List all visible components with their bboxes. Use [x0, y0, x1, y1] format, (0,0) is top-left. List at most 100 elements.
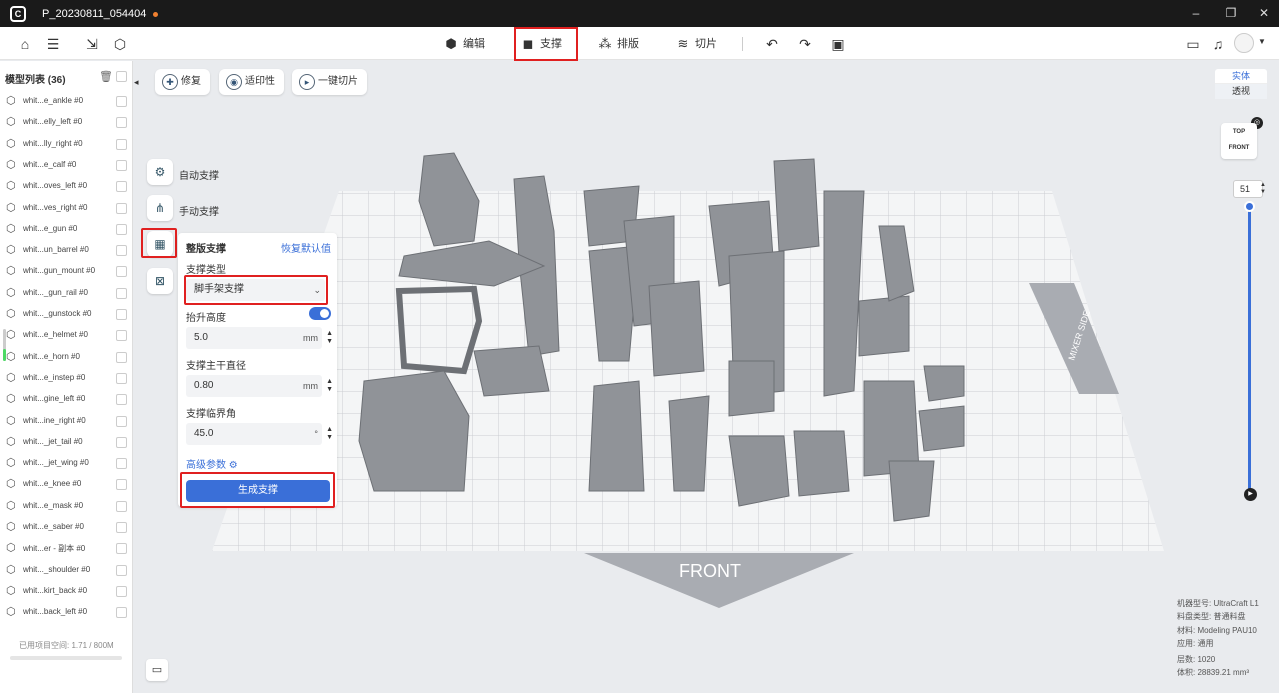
- critical-angle-stepper[interactable]: ▲ ▼: [326, 426, 333, 442]
- one-click-slice-label: 一键切片: [318, 76, 358, 87]
- manual-support-button[interactable]: ⋔: [147, 195, 173, 221]
- solid-view-option[interactable]: 实体: [1215, 69, 1267, 84]
- list-item[interactable]: ⬡ whit...e_ankle #0: [0, 92, 132, 112]
- list-item[interactable]: ⬡ whit...oves_left #0: [0, 177, 132, 197]
- save-icon[interactable]: ▣: [829, 35, 847, 53]
- list-item[interactable]: ⬡ whit...lly_right #0: [0, 135, 132, 155]
- list-item[interactable]: ⬡ whit...gun_mount #0: [0, 262, 132, 282]
- reset-defaults-link[interactable]: 恢复默认值: [281, 240, 331, 255]
- layer-number-input[interactable]: 51: [1233, 180, 1263, 198]
- list-item[interactable]: ⬡ whit...e_gun #0: [0, 220, 132, 240]
- perspective-view-option[interactable]: 透视: [1215, 84, 1267, 99]
- lift-height-stepper[interactable]: ▲ ▼: [326, 330, 333, 346]
- list-item[interactable]: ⬡ whit...back_left #0: [0, 603, 132, 623]
- select-all-checkbox[interactable]: [116, 71, 127, 82]
- model-checkbox[interactable]: [116, 543, 127, 555]
- lift-height-toggle[interactable]: [309, 307, 331, 320]
- model-library-icon[interactable]: ⬡: [111, 35, 129, 53]
- lift-height-input[interactable]: 5.0 mm: [186, 327, 322, 349]
- model-checkbox[interactable]: [116, 394, 127, 406]
- home-icon[interactable]: ⌂: [16, 35, 34, 53]
- view-cube[interactable]: TOP FRONT: [1221, 123, 1257, 159]
- model-checkbox[interactable]: [116, 330, 127, 342]
- critical-angle-input[interactable]: 45.0 °: [186, 423, 322, 445]
- model-checkbox[interactable]: [116, 159, 127, 171]
- model-checkbox[interactable]: [116, 585, 127, 597]
- repair-button[interactable]: ✚ 修复: [155, 69, 210, 95]
- list-item[interactable]: ⬡ whit...e_instep #0: [0, 369, 132, 389]
- model-checkbox[interactable]: [116, 287, 127, 299]
- undo-icon[interactable]: ↶: [763, 35, 781, 53]
- model-checkbox[interactable]: [116, 266, 127, 278]
- model-checkbox[interactable]: [116, 117, 127, 129]
- layer-stepper[interactable]: ▲ ▼: [1260, 182, 1266, 196]
- auto-support-button[interactable]: ⚙: [147, 159, 173, 185]
- printability-button[interactable]: ◉ 适印性: [219, 69, 284, 95]
- model-part: [588, 380, 645, 492]
- list-item[interactable]: ⬡ whit..._gunstock #0: [0, 305, 132, 325]
- tab-slice[interactable]: ≋ 切片: [675, 33, 717, 55]
- close-button[interactable]: ✕: [1254, 5, 1274, 21]
- model-checkbox[interactable]: [116, 458, 127, 470]
- trunk-diameter-stepper[interactable]: ▲ ▼: [326, 378, 333, 394]
- collapse-sidebar-icon[interactable]: ◂: [134, 77, 139, 88]
- list-item[interactable]: ⬡ whit...e_mask #0: [0, 497, 132, 517]
- list-item[interactable]: ⬡ whit...e_knee #0: [0, 475, 132, 495]
- model-checkbox[interactable]: [116, 500, 127, 512]
- play-icon[interactable]: ▶: [1244, 488, 1257, 501]
- model-checkbox[interactable]: [116, 436, 127, 448]
- model-checkbox[interactable]: [116, 138, 127, 150]
- list-item[interactable]: ⬡ whit...gine_left #0: [0, 390, 132, 410]
- unsaved-indicator: [153, 12, 158, 17]
- feedback-icon[interactable]: ▭: [146, 659, 168, 681]
- list-item[interactable]: ⬡ whit...ves_right #0: [0, 199, 132, 219]
- list-item[interactable]: ⬡ whit..._jet_wing #0: [0, 454, 132, 474]
- redo-icon[interactable]: ↷: [796, 35, 814, 53]
- list-item[interactable]: ⬡ whit...un_barrel #0: [0, 241, 132, 261]
- model-checkbox[interactable]: [116, 202, 127, 214]
- list-item[interactable]: ⬡ whit...e_horn #0: [0, 348, 132, 368]
- list-icon[interactable]: ☰: [44, 35, 62, 53]
- import-icon[interactable]: ⇲: [83, 35, 101, 53]
- model-checkbox[interactable]: [116, 309, 127, 320]
- model-checkbox[interactable]: [116, 564, 127, 576]
- model-checkbox[interactable]: [116, 351, 127, 363]
- tab-support[interactable]: ◼ 支撑: [514, 27, 578, 61]
- model-checkbox[interactable]: [116, 522, 127, 533]
- list-item[interactable]: ⬡ whit...elly_left #0: [0, 113, 132, 133]
- list-item[interactable]: ⬡ whit..._shoulder #0: [0, 561, 132, 581]
- tab-edit[interactable]: ⬢ 编辑: [443, 33, 485, 55]
- layer-slider-handle[interactable]: [1244, 201, 1255, 212]
- message-icon[interactable]: ▭: [1184, 35, 1202, 53]
- remove-support-button[interactable]: ⊠: [147, 268, 173, 294]
- model-checkbox[interactable]: [116, 415, 127, 427]
- model-checkbox[interactable]: [116, 479, 127, 491]
- chevron-down-icon[interactable]: ▼: [1258, 37, 1266, 46]
- model-checkbox[interactable]: [116, 223, 127, 235]
- trunk-diameter-input[interactable]: 0.80 mm: [186, 375, 322, 397]
- trash-icon[interactable]: 🗑: [99, 70, 113, 83]
- one-click-slice-button[interactable]: ▸ 一键切片: [292, 69, 367, 95]
- view-mode-toggle[interactable]: 实体 透视: [1215, 69, 1267, 99]
- 3d-viewport[interactable]: FRONT MIXER SIDE ✚ 修复 ◉ 适印性 ▸ 一键切片 ◂ ⚙ 自…: [134, 61, 1279, 693]
- layer-slider-track[interactable]: [1248, 204, 1251, 494]
- minimize-button[interactable]: –: [1186, 5, 1206, 21]
- avatar[interactable]: [1234, 33, 1254, 53]
- restore-button[interactable]: ❐: [1221, 5, 1241, 21]
- list-item[interactable]: ⬡ whit...e_helmet #0: [0, 326, 132, 346]
- bell-icon[interactable]: ♫: [1209, 35, 1227, 53]
- list-item[interactable]: ⬡ whit...e_saber #0: [0, 518, 132, 538]
- model-checkbox[interactable]: [116, 96, 127, 107]
- list-item[interactable]: ⬡ whit...er - 副本 #0: [0, 539, 132, 559]
- list-item[interactable]: ⬡ whit...e_calf #0: [0, 156, 132, 176]
- model-checkbox[interactable]: [116, 245, 127, 257]
- list-item[interactable]: ⬡ whit..._gun_rail #0: [0, 284, 132, 304]
- tab-layout[interactable]: ⁂ 排版: [597, 33, 640, 55]
- list-item[interactable]: ⬡ whit...kirt_back #0: [0, 582, 132, 602]
- list-item[interactable]: ⬡ whit...ine_right #0: [0, 412, 132, 432]
- list-item[interactable]: ⬡ whit..._jet_tail #0: [0, 433, 132, 453]
- model-checkbox[interactable]: [116, 372, 127, 384]
- model-checkbox[interactable]: [116, 181, 127, 193]
- advanced-params-link[interactable]: 高级参数 ⚙: [186, 456, 238, 471]
- model-checkbox[interactable]: [116, 607, 127, 619]
